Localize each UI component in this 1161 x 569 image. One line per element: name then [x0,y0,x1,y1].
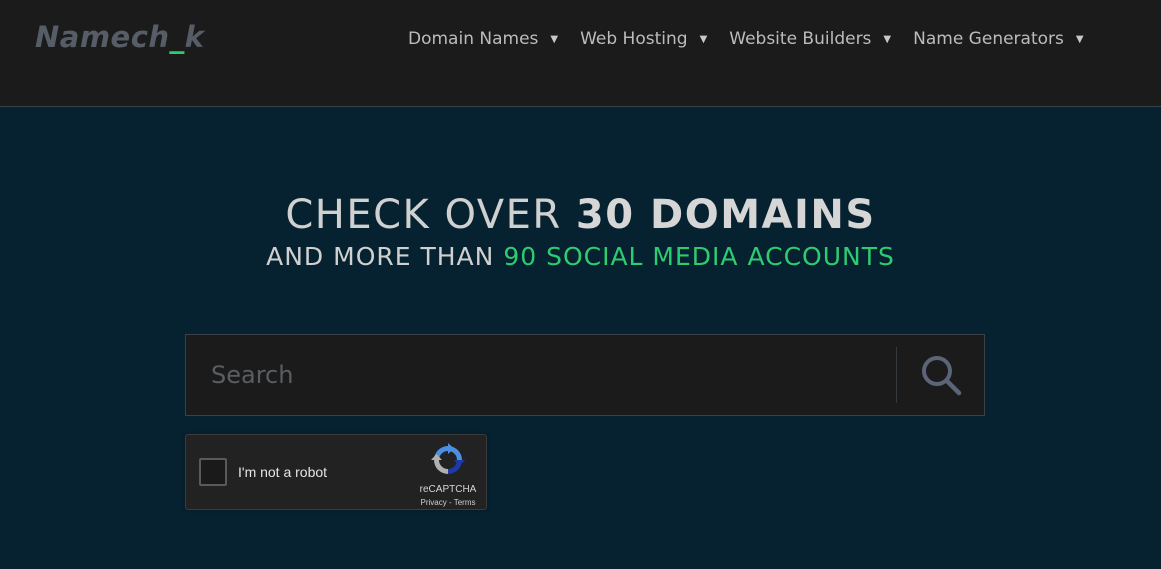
caret-down-icon: ▼ [550,33,559,45]
search-button[interactable] [897,335,985,415]
site-header: Namech_k Domain Names ▼ Web Hosting ▼ We… [0,0,1161,107]
logo-underscore: _ [169,20,185,54]
caret-down-icon: ▼ [883,33,892,45]
recaptcha-widget: I'm not a robot reCAPTCHA Privacy - Term… [185,434,487,510]
recaptcha-brand: reCAPTCHA [419,484,477,495]
recaptcha-links: Privacy - Terms [412,498,484,507]
nav-label: Domain Names [408,29,539,49]
hero-heading: CHECK OVER 30 DOMAINS AND MORE THAN 90 S… [0,191,1161,273]
main-nav: Domain Names ▼ Web Hosting ▼ Website Bui… [408,29,1106,49]
nav-label: Website Builders [729,29,872,49]
hero-title-prefix: CHECK OVER [285,192,576,238]
search-box [185,334,985,416]
nav-label: Web Hosting [580,29,688,49]
caret-down-icon: ▼ [699,33,708,45]
recaptcha-terms-link[interactable]: Terms [454,498,476,507]
recaptcha-privacy-link[interactable]: Privacy [421,498,447,507]
site-logo[interactable]: Namech_k [35,20,204,54]
nav-label: Name Generators [913,29,1064,49]
hero-subtitle-prefix: AND MORE THAN [266,242,504,271]
hero-title: CHECK OVER 30 DOMAINS [0,191,1161,239]
search-input[interactable] [186,335,896,415]
nav-item-domain-names[interactable]: Domain Names ▼ [408,29,558,49]
search-icon [922,356,962,396]
hero-title-bold: 30 DOMAINS [575,192,876,238]
logo-text-main: Namech [35,20,170,54]
hero-subtitle-highlight: 90 SOCIAL MEDIA ACCOUNTS [503,242,895,271]
recaptcha-label: I'm not a robot [238,464,328,480]
nav-item-web-hosting[interactable]: Web Hosting ▼ [580,29,707,49]
hero-subtitle: AND MORE THAN 90 SOCIAL MEDIA ACCOUNTS [0,241,1161,273]
recaptcha-logo-icon [431,443,465,474]
nav-item-website-builders[interactable]: Website Builders ▼ [729,29,891,49]
logo-text-end: k [184,20,205,54]
nav-item-name-generators[interactable]: Name Generators ▼ [913,29,1083,49]
recaptcha-separator: - [446,498,454,507]
caret-down-icon: ▼ [1075,33,1084,45]
recaptcha-checkbox[interactable] [199,458,227,486]
recaptcha-logo-area: reCAPTCHA Privacy - Terms [412,443,484,507]
